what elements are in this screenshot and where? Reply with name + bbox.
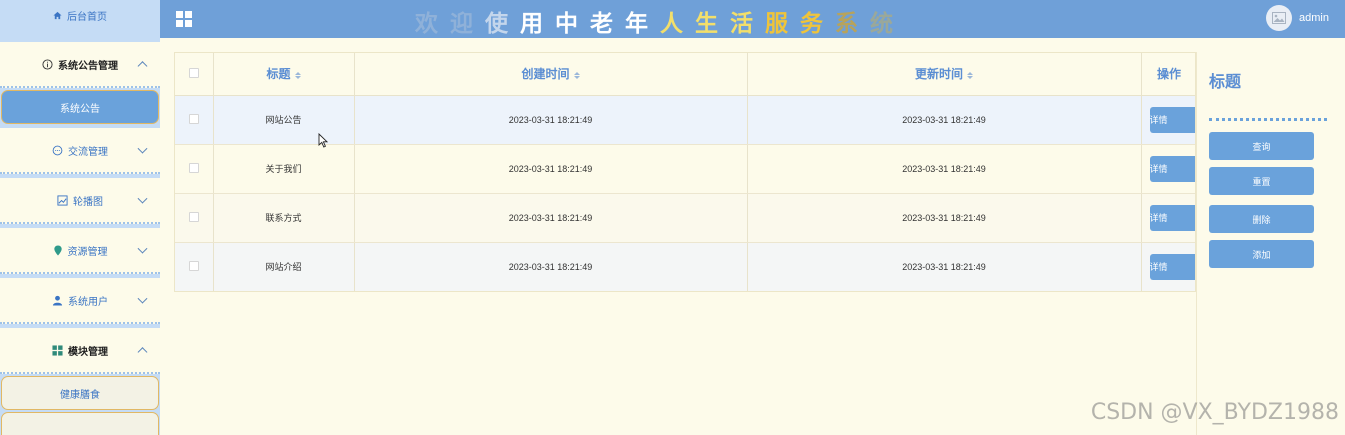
- chat-icon: [52, 145, 63, 156]
- row-checkbox[interactable]: [188, 211, 199, 222]
- column-action-label: 操作: [1156, 67, 1181, 82]
- sidebar-group-notice[interactable]: 系统公告管理: [0, 42, 160, 88]
- cell-created: 2023-03-31 18:21:49: [354, 95, 748, 145]
- column-created-label: 创建时间: [521, 67, 570, 82]
- column-header-title[interactable]: 标题: [213, 53, 355, 96]
- cell-updated: 2023-03-31 18:21:49: [747, 95, 1142, 145]
- row-checkbox[interactable]: [188, 260, 199, 271]
- cell-title: 网站介绍: [213, 242, 355, 291]
- sidebar: 后台首页 系统公告管理 系统公告 交流管理 轮播图 资源管理 系统用户 模块管理…: [0, 0, 160, 435]
- user-menu[interactable]: admin: [1266, 5, 1329, 31]
- sidebar-item-system-notice[interactable]: 系统公告: [1, 90, 159, 124]
- sidebar-group-exchange[interactable]: 交流管理: [0, 128, 160, 174]
- username: admin: [1299, 12, 1329, 24]
- sidebar-item-home[interactable]: 后台首页: [0, 0, 160, 38]
- sidebar-group-carousel-label: 轮播图: [73, 196, 103, 208]
- chevron-up-icon: [137, 347, 148, 358]
- row-checkbox[interactable]: [188, 113, 199, 124]
- column-header-created[interactable]: 创建时间: [354, 53, 748, 96]
- cell-title: 联系方式: [213, 193, 355, 243]
- detail-button[interactable]: 详情: [1149, 106, 1195, 133]
- cell-updated: 2023-03-31 18:21:49: [747, 144, 1142, 194]
- top-header: 欢迎使用中老年人生活服务系统 admin: [160, 0, 1345, 38]
- user-icon: [52, 295, 63, 306]
- mouse-cursor-icon: [318, 133, 328, 148]
- cell-title: 关于我们: [213, 144, 355, 194]
- table-row[interactable]: 联系方式 2023-03-31 18:21:49 2023-03-31 18:2…: [175, 193, 1195, 243]
- select-all-cell[interactable]: [175, 53, 214, 96]
- row-checkbox[interactable]: [188, 162, 199, 173]
- cell-created: 2023-03-31 18:21:49: [354, 144, 748, 194]
- title-char: 迎: [450, 11, 485, 37]
- reset-button[interactable]: 重置: [1209, 167, 1314, 195]
- column-header-updated[interactable]: 更新时间: [747, 53, 1142, 96]
- search-panel: 标题 查询 重置 删除 添加: [1196, 52, 1336, 435]
- sidebar-group-users-label: 系统用户: [68, 296, 108, 308]
- title-char: 统: [870, 11, 905, 37]
- table-row[interactable]: 网站介绍 2023-03-31 18:21:49 2023-03-31 18:2…: [175, 242, 1195, 291]
- column-title-label: 标题: [266, 67, 291, 82]
- cell-created: 2023-03-31 18:21:49: [354, 242, 748, 291]
- sidebar-group-module[interactable]: 模块管理: [0, 328, 160, 374]
- query-button[interactable]: 查询: [1209, 132, 1314, 160]
- sidebar-group-notice-label: 系统公告管理: [58, 60, 118, 72]
- column-header-action: 操作: [1141, 53, 1195, 96]
- title-char: 人: [660, 11, 695, 37]
- sort-icon[interactable]: [294, 71, 301, 79]
- title-char: 年: [625, 11, 660, 37]
- location-pin-icon: [53, 244, 63, 256]
- sidebar-group-resource[interactable]: 资源管理: [0, 228, 160, 274]
- sort-icon[interactable]: [967, 71, 973, 79]
- notice-table: 标题 创建时间 更新时间 操作 网站公告 2023-03-31 18:21:49…: [174, 52, 1196, 292]
- image-icon: [57, 194, 68, 206]
- table-header-row: 标题 创建时间 更新时间 操作: [175, 53, 1195, 96]
- detail-button[interactable]: 详情: [1149, 155, 1195, 182]
- panel-divider: [1209, 118, 1327, 121]
- title-char: 活: [730, 11, 765, 37]
- sidebar-item-home-label: 后台首页: [67, 11, 107, 23]
- select-all-checkbox[interactable]: [188, 67, 199, 78]
- page-title: 欢迎使用中老年人生活服务系统: [160, 4, 1160, 38]
- sidebar-group-exchange-label: 交流管理: [68, 146, 108, 158]
- sidebar-item-next[interactable]: [1, 412, 159, 435]
- chevron-down-icon: [137, 143, 148, 154]
- table-row[interactable]: 网站公告 2023-03-31 18:21:49 2023-03-31 18:2…: [175, 95, 1195, 145]
- column-updated-label: 更新时间: [914, 67, 963, 82]
- cell-updated: 2023-03-31 18:21:49: [747, 242, 1142, 291]
- chevron-up-icon: [137, 61, 148, 72]
- home-icon: [53, 11, 62, 20]
- sort-icon[interactable]: [573, 71, 580, 79]
- add-button[interactable]: 添加: [1209, 240, 1314, 268]
- panel-title: 标题: [1209, 74, 1242, 91]
- title-char: 务: [800, 11, 835, 37]
- chevron-down-icon: [137, 193, 148, 204]
- title-char: 生: [695, 11, 730, 37]
- title-char: 系: [835, 11, 870, 37]
- title-char: 中: [555, 11, 590, 37]
- cell-updated: 2023-03-31 18:21:49: [747, 193, 1142, 243]
- title-char: 用: [520, 11, 555, 37]
- sidebar-group-carousel[interactable]: 轮播图: [0, 178, 160, 224]
- sidebar-group-users[interactable]: 系统用户: [0, 278, 160, 324]
- table-row[interactable]: 关于我们 2023-03-31 18:21:49 2023-03-31 18:2…: [175, 144, 1195, 194]
- sidebar-group-module-label: 模块管理: [68, 346, 108, 358]
- chevron-down-icon: [137, 293, 148, 304]
- info-circle-icon: [42, 58, 53, 70]
- detail-button[interactable]: 详情: [1149, 253, 1195, 280]
- cell-title: 网站公告: [213, 95, 355, 145]
- delete-button[interactable]: 删除: [1209, 205, 1314, 233]
- title-char: 使: [485, 11, 520, 37]
- detail-button[interactable]: 详情: [1149, 204, 1195, 231]
- sidebar-item-healthy-diet[interactable]: 健康膳食: [1, 376, 159, 410]
- title-char: 欢: [415, 11, 450, 37]
- chevron-down-icon: [137, 243, 148, 254]
- grid-icon: [52, 344, 63, 356]
- sidebar-group-resource-label: 资源管理: [67, 246, 108, 258]
- title-char: 服: [765, 11, 800, 37]
- cell-created: 2023-03-31 18:21:49: [354, 193, 748, 243]
- avatar[interactable]: [1266, 5, 1293, 31]
- title-char: 老: [590, 11, 625, 37]
- watermark: CSDN @VX_BYDZ1988: [1090, 400, 1339, 425]
